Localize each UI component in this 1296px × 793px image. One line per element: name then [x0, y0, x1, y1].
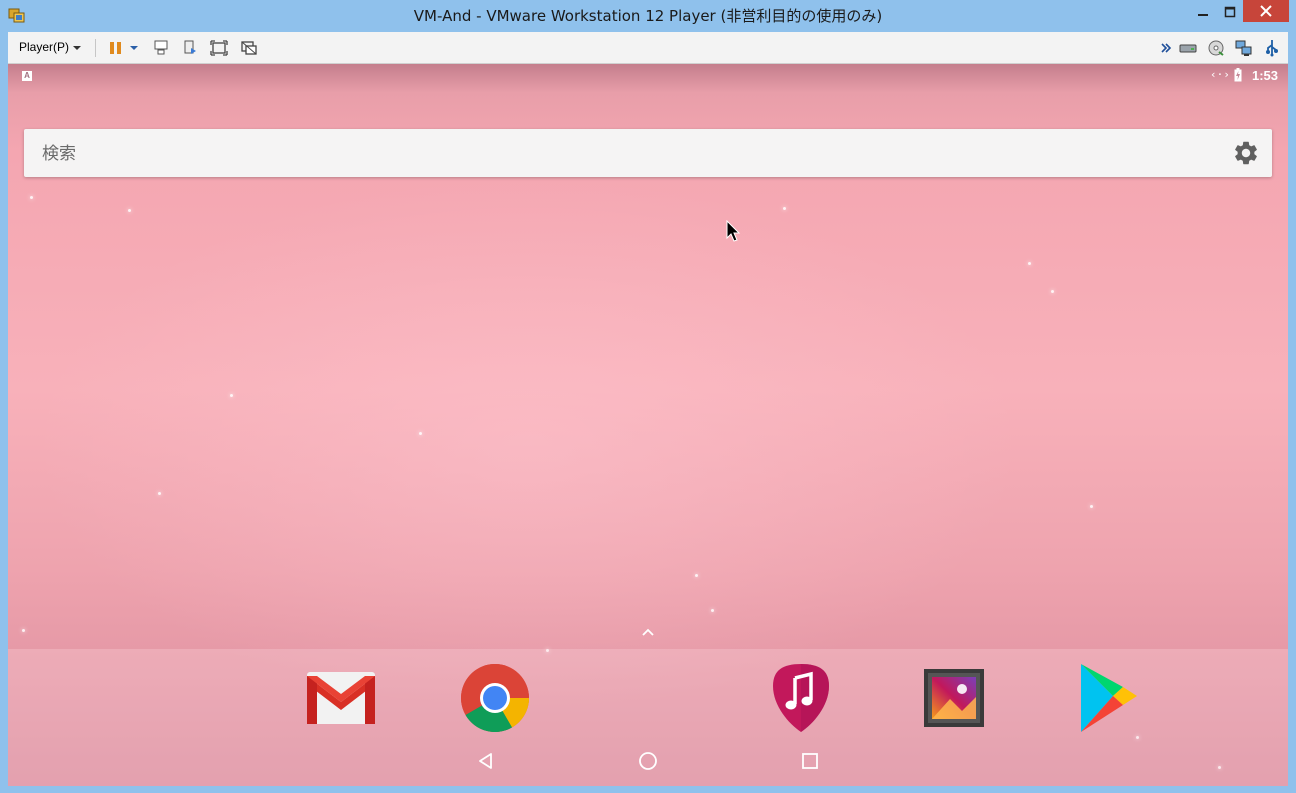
window-title: VM-And - VMware Workstation 12 Player (非… — [413, 7, 883, 25]
status-time: 1:53 — [1252, 68, 1279, 83]
wallpaper-sparkle — [158, 492, 161, 495]
dock-app-gallery[interactable] — [916, 660, 992, 736]
wallpaper-sparkle — [695, 574, 698, 577]
maximize-icon — [1224, 6, 1236, 18]
recents-icon — [802, 753, 818, 769]
network-adapter-button[interactable] — [1235, 39, 1253, 57]
search-bar[interactable] — [24, 129, 1272, 179]
home-icon — [639, 752, 657, 770]
app-drawer-chevron-up-icon[interactable] — [640, 626, 656, 638]
send-ctrl-alt-del-icon — [154, 40, 168, 55]
more-devices-button[interactable] — [1160, 39, 1172, 57]
fullscreen-icon — [210, 40, 228, 56]
chevron-down-icon — [73, 45, 82, 50]
cd-dvd-button[interactable] — [1207, 39, 1225, 57]
recents-button[interactable] — [797, 748, 823, 774]
usb-controller-icon — [1266, 40, 1278, 57]
maximize-button[interactable] — [1215, 0, 1245, 24]
cd-dvd-icon — [1208, 40, 1224, 56]
sync-indicator: ‹·› — [1210, 68, 1230, 81]
wallpaper-sparkle — [1051, 290, 1054, 293]
chrome-icon — [461, 664, 529, 732]
removable-devices-icon — [184, 40, 196, 54]
more-chevrons-icon — [1161, 43, 1172, 53]
network-adapter-icon — [1235, 40, 1252, 56]
gmail-icon — [307, 672, 375, 724]
android-screen[interactable]: A ‹·› 1:53 — [8, 64, 1288, 786]
wallpaper-sparkle — [783, 207, 786, 210]
wallpaper-sparkle — [30, 196, 33, 199]
dock-app-chrome[interactable] — [457, 660, 533, 736]
wallpaper-sparkle — [1090, 505, 1093, 508]
search-input[interactable] — [40, 129, 1194, 179]
unity-button[interactable] — [240, 39, 258, 57]
gear-icon[interactable] — [1232, 139, 1260, 167]
back-icon — [479, 753, 492, 769]
removable-devices-button[interactable] — [181, 39, 199, 57]
close-icon — [1260, 5, 1272, 17]
usb-controller-button[interactable] — [1263, 39, 1281, 57]
android-status-bar[interactable]: A ‹·› 1:53 — [8, 64, 1288, 88]
minimize-icon — [1198, 14, 1208, 16]
minimize-button[interactable] — [1188, 0, 1218, 24]
fullscreen-button[interactable] — [210, 39, 228, 57]
pause-icon — [110, 42, 121, 54]
power-options-dropdown[interactable] — [128, 39, 140, 57]
wallpaper-sparkle — [128, 209, 131, 212]
player-menu-label: Player(P) — [19, 40, 70, 54]
send-ctrl-alt-del-button[interactable] — [152, 39, 170, 57]
battery-charging-icon — [1234, 68, 1242, 82]
back-button[interactable] — [473, 748, 499, 774]
mouse-cursor-icon — [726, 220, 741, 242]
toolbar-divider — [95, 39, 96, 57]
hard-disk-button[interactable] — [1179, 39, 1197, 57]
dropdown-caret-icon — [130, 46, 138, 50]
wallpaper-sparkle — [22, 629, 25, 632]
home-button[interactable] — [635, 748, 661, 774]
wallpaper-sparkle — [711, 609, 714, 612]
dock-app-gmail[interactable] — [303, 660, 379, 736]
vmware-toolbar: Player(P) — [8, 32, 1288, 64]
unity-icon — [241, 41, 257, 55]
wallpaper-sparkle — [419, 432, 422, 435]
title-bar[interactable]: VM-And - VMware Workstation 12 Player (非… — [0, 0, 1296, 32]
music-icon — [773, 664, 829, 732]
player-menu[interactable]: Player(P) — [19, 32, 82, 63]
dock-app-play-store[interactable] — [1069, 660, 1145, 736]
notification-icon: A — [22, 71, 32, 81]
dock-app-music[interactable] — [763, 660, 839, 736]
close-button[interactable] — [1243, 0, 1289, 22]
pause-button[interactable] — [107, 39, 125, 57]
play-store-icon — [1081, 664, 1137, 732]
gallery-icon — [924, 669, 984, 727]
wallpaper-sparkle — [1028, 262, 1031, 265]
wallpaper-sparkle — [230, 394, 233, 397]
hard-disk-icon — [1179, 44, 1197, 53]
